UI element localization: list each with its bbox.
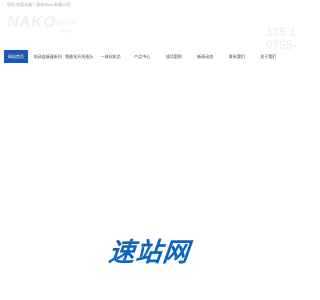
nav-item-news[interactable]: 新闻动态 bbox=[190, 50, 222, 63]
nav-item-integrated[interactable]: 一体化机芯 bbox=[95, 50, 127, 63]
nav-item-contact[interactable]: 联系我们 bbox=[221, 50, 253, 63]
nav-item-smart-switch[interactable]: 智能化开关插头 bbox=[64, 50, 96, 63]
top-bar: 您好,欢迎光临！深圳市xxx有限公司 bbox=[0, 0, 300, 10]
logo[interactable]: NAKO 纳科电子 股份 bbox=[7, 14, 97, 46]
welcome-text: 您好,欢迎光临！深圳市xxx有限公司 bbox=[7, 2, 71, 7]
logo-cn-line2: 股份 bbox=[60, 29, 71, 35]
logo-cn-line1: 纳科电子 bbox=[55, 21, 76, 27]
header: NAKO 纳科电子 股份 135 1 0755- bbox=[0, 10, 300, 52]
nav-item-home[interactable]: 网站首页 bbox=[4, 50, 28, 63]
watermark: 速站网 bbox=[0, 232, 300, 269]
nav-item-products[interactable]: 产品中心 bbox=[127, 50, 159, 63]
nav-item-connectors[interactable]: 电动连接器系列 bbox=[32, 50, 64, 63]
nav-item-cases[interactable]: 成功案例 bbox=[158, 50, 190, 63]
main-nav: 网站首页 电动连接器系列 智能化开关插头 一体化机芯 产品中心 成功案例 新闻动… bbox=[0, 50, 300, 63]
logo-wordmark: NAKO bbox=[7, 14, 57, 31]
watermark-text: 速站网 bbox=[107, 238, 192, 268]
page: 您好,欢迎光临！深圳市xxx有限公司 NAKO 纳科电子 股份 135 1 07… bbox=[0, 0, 300, 300]
nav-item-about[interactable]: 关于我们 bbox=[253, 50, 285, 63]
logo-chinese-name: 纳科电子 股份 bbox=[53, 20, 79, 36]
